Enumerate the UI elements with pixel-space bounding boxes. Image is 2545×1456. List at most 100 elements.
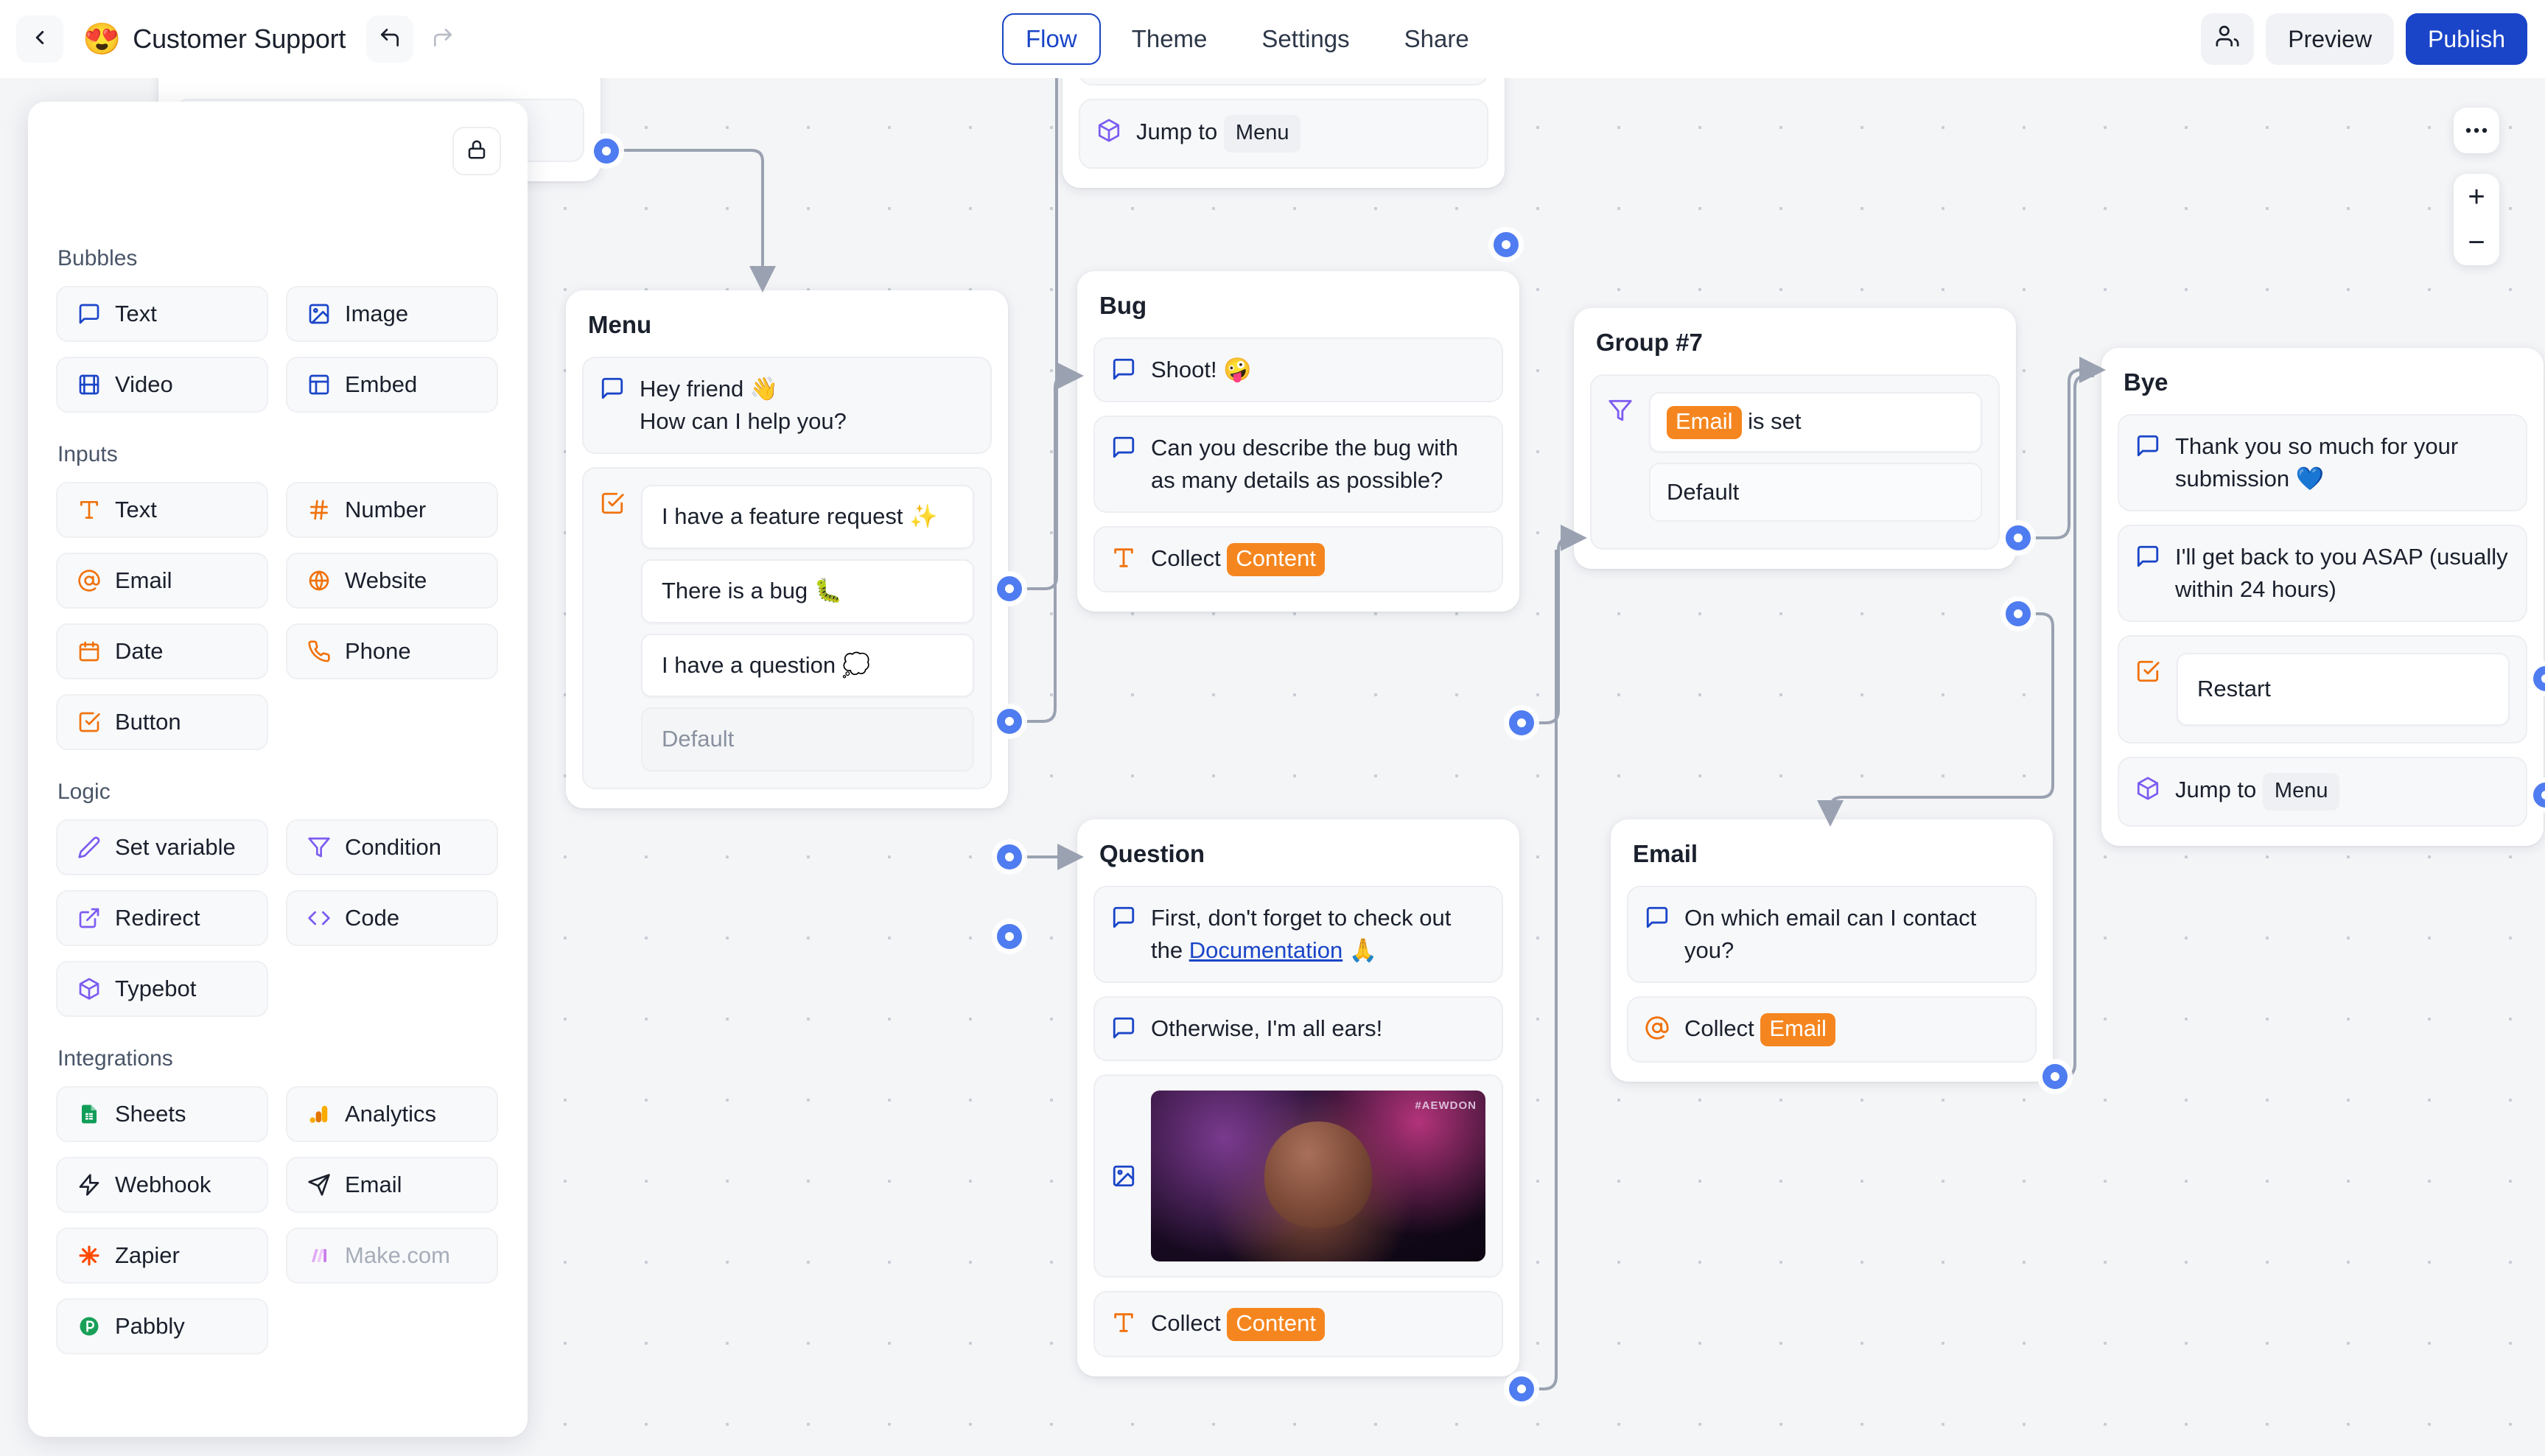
message-square-icon <box>1111 435 1136 460</box>
ellipsis-icon[interactable] <box>2454 108 2499 153</box>
cube-icon <box>1096 118 1121 143</box>
redo-button[interactable] <box>419 15 466 63</box>
image-block[interactable]: #AEWDON <box>1093 1074 1503 1278</box>
text-input-block[interactable]: Collect Content <box>1093 526 1503 592</box>
preview-button[interactable]: Preview <box>2266 13 2395 65</box>
block-card-pabbly[interactable]: Pabbly <box>56 1298 268 1354</box>
condition-block[interactable]: Email is set Default <box>1590 374 2000 550</box>
condition-variable[interactable]: Email <box>1667 406 1742 439</box>
text-input-block[interactable]: Collect Content <box>1093 1291 1503 1357</box>
block-card-set-variable[interactable]: Set variable <box>56 819 268 875</box>
message-square-icon <box>1111 905 1136 930</box>
block-card-typebot[interactable]: Typebot <box>56 961 268 1017</box>
bubbles-grid: Text Image Video Embed <box>56 286 500 413</box>
tab-settings[interactable]: Settings <box>1238 13 1373 65</box>
group-email[interactable]: Email On which email can I contact you? … <box>1611 819 2053 1082</box>
group-start-source-handle[interactable] <box>594 139 619 164</box>
text-block-content: Shoot! 🤪 <box>1151 357 1252 382</box>
documentation-link[interactable]: Documentation <box>1189 937 1343 963</box>
condition-row[interactable]: Email is set <box>1649 392 1982 452</box>
block-card-video-bubble[interactable]: Video <box>56 357 268 413</box>
back-button[interactable] <box>16 15 63 63</box>
choice-input-block[interactable]: Restart <box>2118 635 2527 743</box>
block-card-analytics[interactable]: Analytics <box>286 1086 498 1142</box>
text-block[interactable]: Thank you so much for your submission 💙 <box>2118 414 2527 512</box>
block-card-label: Text <box>115 301 157 326</box>
tab-flow[interactable]: Flow <box>1002 13 1101 65</box>
text-block[interactable]: I'll get back to you ASAP (usually withi… <box>2118 525 2527 623</box>
pencil-icon <box>77 835 102 860</box>
text-block[interactable]: First, don't forget to check out the Doc… <box>1093 886 1503 984</box>
condition-default-row[interactable]: Default <box>1649 462 1982 522</box>
block-card-text-bubble[interactable]: Text <box>56 286 268 342</box>
image-thumbnail[interactable]: #AEWDON <box>1151 1091 1485 1262</box>
undo-button[interactable] <box>366 15 414 63</box>
variable-tag[interactable]: Email <box>1760 1013 1835 1046</box>
text-block[interactable]: Otherwise, I'm all ears! <box>1093 996 1503 1062</box>
block-card-webhook[interactable]: Webhook <box>56 1157 268 1213</box>
group-menu[interactable]: Menu Hey friend 👋 How can I help you? I … <box>566 290 1008 809</box>
text-block[interactable]: Hey friend 👋 How can I help you? <box>582 357 992 455</box>
group-question[interactable]: Question First, don't forget to check ou… <box>1077 819 1519 1376</box>
variable-tag[interactable]: Content <box>1227 1308 1325 1341</box>
lock-sidebar-button[interactable] <box>452 127 501 175</box>
block-card-embed-bubble[interactable]: Embed <box>286 357 498 413</box>
menu-default-handle[interactable] <box>997 924 1022 949</box>
more-menu-card <box>2454 108 2499 153</box>
text-block[interactable]: On which email can I contact you? <box>1627 886 2037 984</box>
group-bye[interactable]: Bye Thank you so much for your submissio… <box>2101 348 2544 846</box>
integrations-grid: Sheets Analytics Webhook Email Zapier Ma… <box>56 1086 500 1354</box>
text-block-content: Hey friend 👋 How can I help you? <box>640 376 847 435</box>
group-7-default-handle[interactable] <box>2006 601 2031 626</box>
group-7[interactable]: Group #7 Email is set Default <box>1574 308 2016 569</box>
tab-theme[interactable]: Theme <box>1108 13 1231 65</box>
group-email-source-handle[interactable] <box>2042 1064 2068 1089</box>
choice-item[interactable]: I have a question 💭 <box>641 633 974 698</box>
block-card-code[interactable]: Code <box>286 890 498 946</box>
group-feature-request[interactable]: Jump to Menu <box>1063 78 1505 189</box>
choice-item[interactable]: There is a bug 🐛 <box>641 559 974 623</box>
menu-choice-2-handle[interactable] <box>997 709 1022 734</box>
block-card-condition[interactable]: Condition <box>286 819 498 875</box>
jump-block[interactable]: Jump to Menu <box>1079 99 1488 169</box>
message-square-icon <box>77 301 102 326</box>
group-feature-request-source-handle[interactable] <box>1494 232 1519 257</box>
collaborators-button[interactable] <box>2201 13 2255 65</box>
block-card-website-input[interactable]: Website <box>286 553 498 609</box>
choice-item[interactable]: Restart <box>2177 653 2510 726</box>
publish-button[interactable]: Publish <box>2406 13 2527 65</box>
zoom-in-button[interactable]: + <box>2454 174 2499 220</box>
choice-default-item[interactable]: Default <box>641 707 974 772</box>
group-question-source-handle[interactable] <box>1509 1376 1534 1401</box>
block-card-email-input[interactable]: Email <box>56 553 268 609</box>
typebot-name[interactable]: 😍 Customer Support <box>83 24 346 55</box>
block-card-redirect[interactable]: Redirect <box>56 890 268 946</box>
menu-choice-1-handle[interactable] <box>997 576 1022 601</box>
block-card-number-input[interactable]: Number <box>286 482 498 538</box>
email-input-block[interactable]: Collect Email <box>1627 996 2037 1063</box>
text-block[interactable]: Can you describe the bug with as many de… <box>1093 416 1503 514</box>
choice-input-block[interactable]: I have a feature request ✨ There is a bu… <box>582 467 992 790</box>
zoom-out-button[interactable]: − <box>2454 220 2499 265</box>
block-card-image-bubble[interactable]: Image <box>286 286 498 342</box>
block-card-button-input[interactable]: Button <box>56 694 268 750</box>
group-7-true-handle[interactable] <box>2006 525 2031 550</box>
block-card-email-integration[interactable]: Email <box>286 1157 498 1213</box>
block-card-date-input[interactable]: Date <box>56 623 268 679</box>
block-card-sheets[interactable]: Sheets <box>56 1086 268 1142</box>
menu-choice-3-handle[interactable] <box>997 844 1022 869</box>
jump-target[interactable]: Menu <box>2262 772 2340 811</box>
group-bug[interactable]: Bug Shoot! 🤪 Can you describe the bug wi… <box>1077 271 1519 612</box>
block-card-zapier[interactable]: Zapier <box>56 1228 268 1284</box>
inputs-grid: Text Number Email Website Date Phone But… <box>56 482 500 750</box>
jump-target[interactable]: Menu <box>1223 115 1301 153</box>
block-card-text-input[interactable]: Text <box>56 482 268 538</box>
choice-item[interactable]: I have a feature request ✨ <box>641 485 974 549</box>
jump-block[interactable]: Jump to Menu <box>2118 756 2527 827</box>
variable-tag[interactable]: Content <box>1227 543 1325 576</box>
text-block[interactable]: Shoot! 🤪 <box>1093 337 1503 403</box>
text-block[interactable] <box>1079 78 1488 85</box>
tab-share[interactable]: Share <box>1381 13 1493 65</box>
block-card-phone-input[interactable]: Phone <box>286 623 498 679</box>
group-bug-source-handle[interactable] <box>1509 710 1534 735</box>
